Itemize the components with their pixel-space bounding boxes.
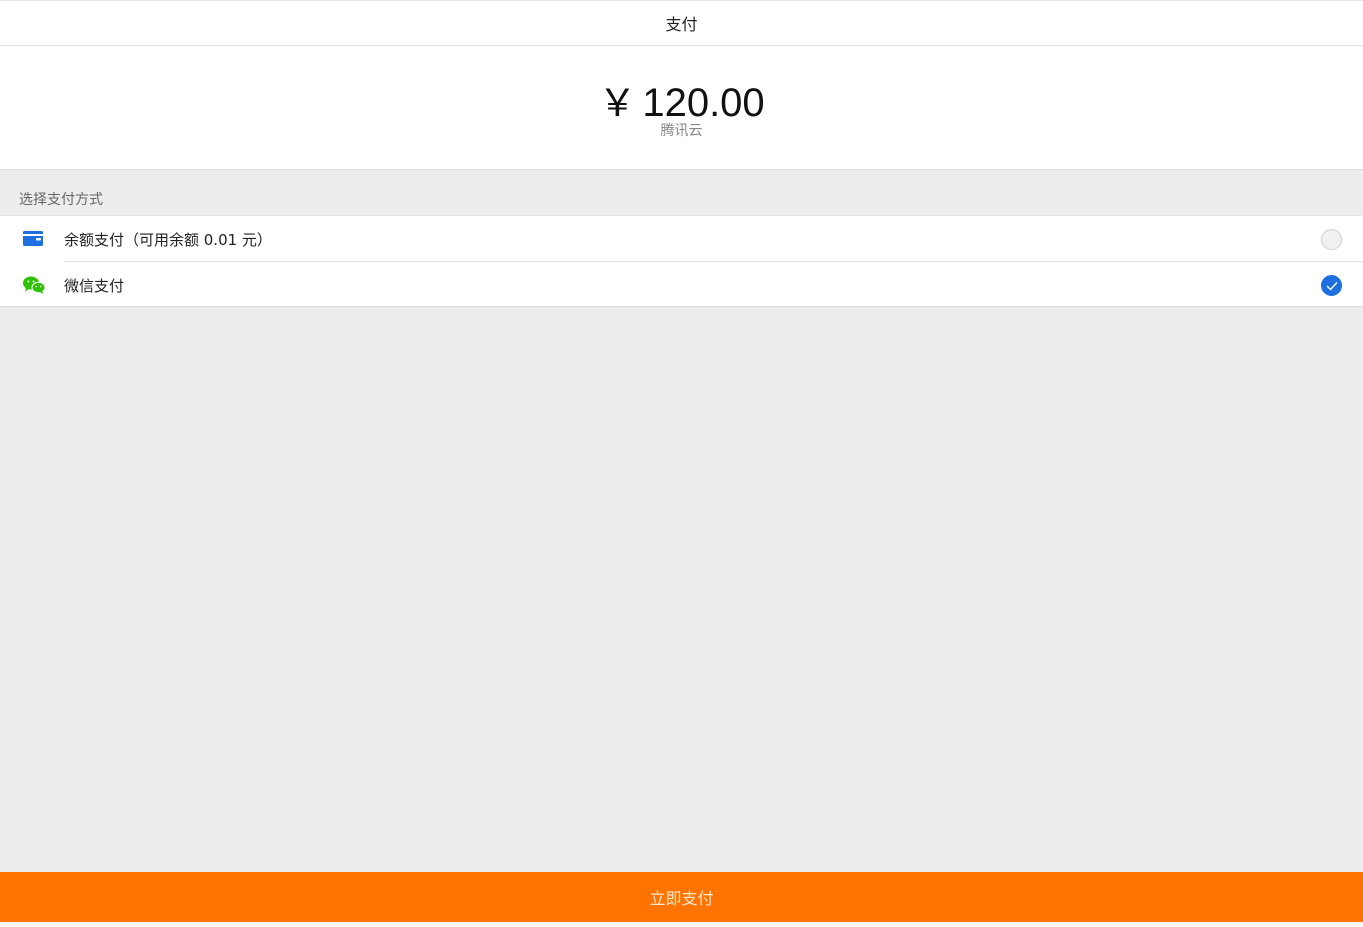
wallet-icon xyxy=(22,229,46,249)
method-wechat-label: 微信支付 xyxy=(64,277,125,295)
page-title: 支付 xyxy=(665,15,698,34)
nav-bar: 支付 xyxy=(0,0,1363,46)
bottom-strip xyxy=(0,922,1363,927)
wechat-icon xyxy=(22,275,46,295)
method-balance[interactable]: 余额支付（可用余额 0.01 元） xyxy=(0,216,1363,262)
amount-display: ￥ 120.00 xyxy=(0,72,1363,127)
method-balance-label: 余额支付（可用余额 0.01 元） xyxy=(64,231,272,249)
radio-selected[interactable] xyxy=(1321,275,1342,296)
amount-panel: ￥ 120.00 腾讯云 xyxy=(0,46,1363,170)
method-wechat[interactable]: 微信支付 xyxy=(0,262,1363,308)
payment-page: 支付 ￥ 120.00 腾讯云 选择支付方式 余额支付（可用余额 0.01 元） xyxy=(0,0,1363,927)
pay-now-button[interactable]: 立即支付 xyxy=(0,872,1363,922)
check-icon xyxy=(1326,282,1338,291)
merchant-name: 腾讯云 xyxy=(660,123,703,139)
section-label: 选择支付方式 xyxy=(19,192,103,208)
payment-method-list: 余额支付（可用余额 0.01 元） 微信支付 xyxy=(0,215,1363,307)
radio-unselected[interactable] xyxy=(1321,229,1342,250)
currency-symbol: ￥ xyxy=(598,81,637,125)
